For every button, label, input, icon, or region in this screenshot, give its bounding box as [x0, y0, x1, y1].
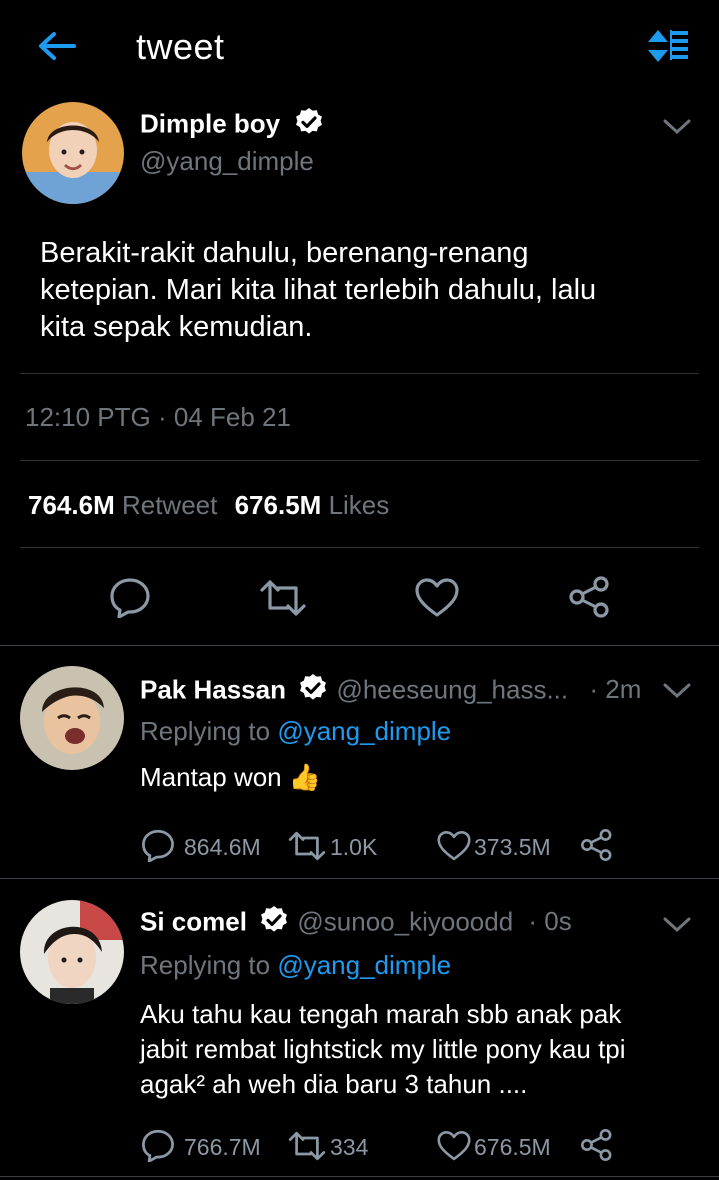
reply-count: 864.6M — [184, 834, 261, 860]
reply-action-bar: 766.7M 334 676.5M — [140, 1126, 640, 1162]
share-icon[interactable] — [580, 828, 614, 862]
verified-icon — [293, 106, 325, 145]
verified-icon — [258, 904, 290, 943]
chevron-down-icon[interactable] — [662, 680, 692, 700]
reply-text: Mantap won 👍 — [140, 762, 322, 792]
reply-icon[interactable] — [140, 1128, 176, 1162]
replying-to-handle[interactable]: @yang_dimple — [277, 716, 451, 746]
reply-author-handle[interactable]: @heeseung_hass... — [336, 674, 568, 704]
reply-author-name[interactable]: Si comel — [140, 906, 247, 936]
tweet-text: Berakit-rakit dahulu, berenang-renang ke… — [40, 237, 597, 343]
likes-label[interactable]: Likes — [329, 490, 390, 520]
timestamp: 12:10 PTG · 04 Feb 21 — [25, 402, 291, 432]
reply-time: · 0s — [528, 906, 572, 937]
reply-icon[interactable] — [108, 576, 152, 618]
back-arrow-icon[interactable] — [36, 30, 76, 62]
replying-to-handle[interactable]: @yang_dimple — [277, 950, 451, 980]
divider — [0, 878, 719, 879]
share-icon[interactable] — [568, 575, 612, 619]
retweet-count: 334 — [330, 1134, 369, 1160]
retweet-icon[interactable] — [286, 1130, 328, 1162]
verified-icon — [297, 672, 329, 711]
reply-text: Aku tahu kau tengah marah sbb anak pak j… — [140, 999, 626, 1099]
replying-to: Replying to @yang_dimple — [140, 716, 452, 746]
divider — [20, 373, 699, 374]
divider — [0, 645, 719, 646]
retweet-count[interactable]: 764.6M — [28, 490, 115, 520]
retweet-icon[interactable] — [258, 578, 308, 618]
reply-author-name[interactable]: Pak Hassan — [140, 674, 286, 704]
chevron-down-icon[interactable] — [662, 914, 692, 934]
likes-count[interactable]: 676.5M — [235, 490, 322, 520]
thumbs-up-emoji: 👍 — [288, 762, 322, 792]
reply-author-handle[interactable]: @sunoo_kiyooodd — [297, 906, 513, 936]
replying-to: Replying to @yang_dimple — [140, 950, 452, 980]
reply-action-bar: 864.6M 1.0K 373.5M — [140, 826, 640, 862]
reply-icon[interactable] — [140, 828, 176, 862]
chevron-down-icon[interactable] — [662, 116, 692, 136]
like-icon[interactable] — [436, 1130, 472, 1162]
avatar[interactable] — [22, 102, 124, 204]
like-icon[interactable] — [414, 577, 460, 619]
divider — [20, 547, 699, 548]
like-count: 676.5M — [474, 1134, 551, 1160]
divider — [0, 1176, 719, 1177]
like-icon[interactable] — [436, 830, 472, 862]
like-count: 373.5M — [474, 834, 551, 860]
page-title: tweet — [136, 26, 225, 67]
retweet-icon[interactable] — [286, 830, 328, 862]
divider — [20, 460, 699, 461]
share-icon[interactable] — [580, 1128, 614, 1162]
avatar[interactable] — [20, 900, 124, 1004]
sort-icon[interactable] — [646, 28, 690, 64]
author-name[interactable]: Dimple boy — [140, 108, 280, 138]
avatar[interactable] — [20, 666, 124, 770]
retweet-label[interactable]: Retweet — [122, 490, 217, 520]
reply-count: 766.7M — [184, 1134, 261, 1160]
reply-time: · 2m — [589, 674, 642, 705]
retweet-count: 1.0K — [330, 834, 378, 860]
author-handle[interactable]: @yang_dimple — [140, 146, 314, 177]
